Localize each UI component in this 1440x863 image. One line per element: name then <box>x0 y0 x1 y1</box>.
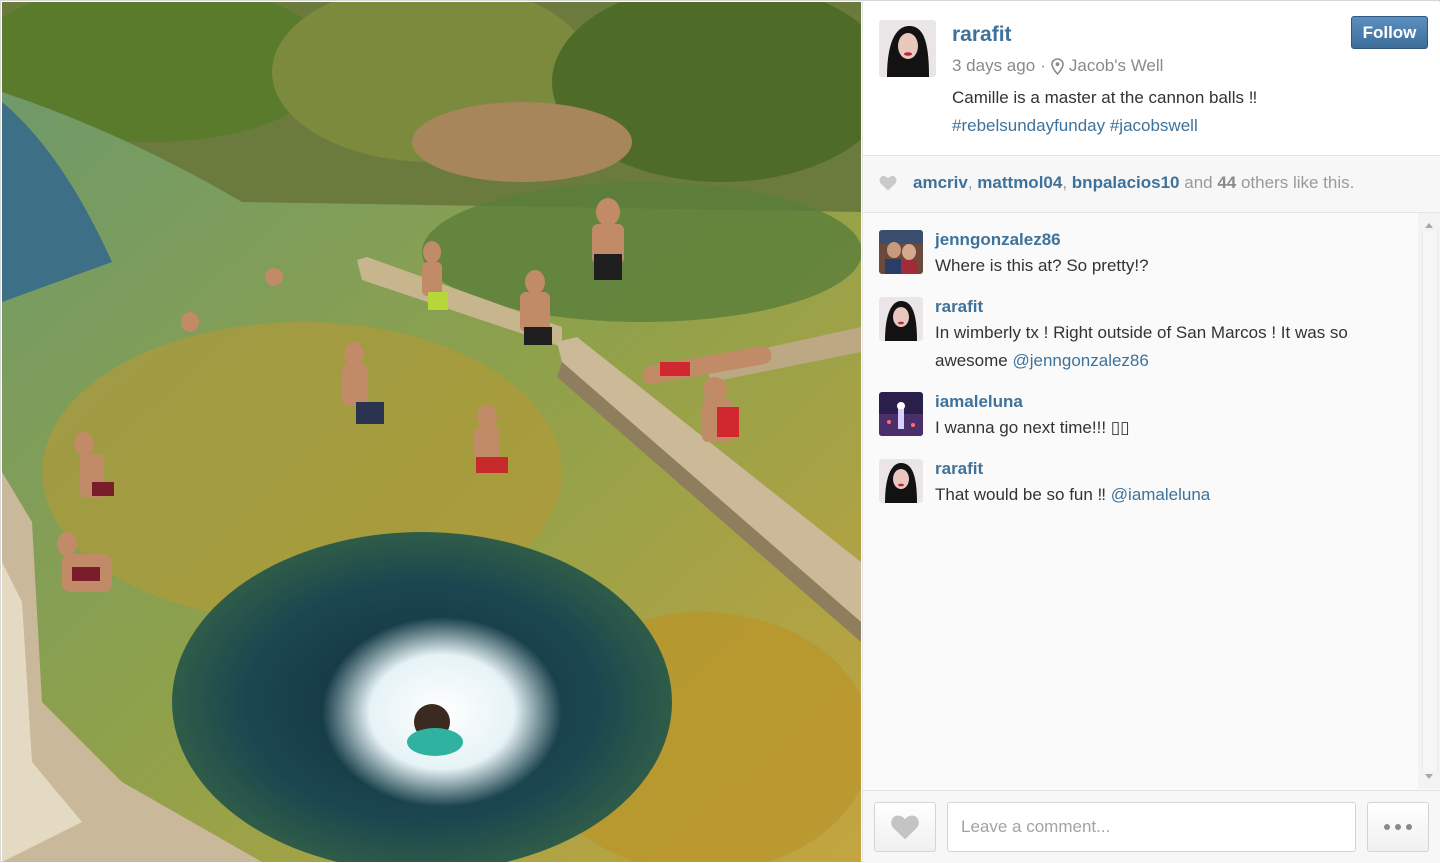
likes-comma: , <box>967 173 973 192</box>
post-meta: 3 days ago · Jacob's Well <box>952 56 1163 76</box>
comment-username[interactable]: iamaleluna <box>935 392 1023 412</box>
comment-username[interactable]: rarafit <box>935 459 983 479</box>
scroll-up-arrow-icon[interactable] <box>1425 223 1433 228</box>
instagram-post-modal: rarafit 3 days ago · Jacob's Well Camill… <box>0 0 1440 863</box>
avatar[interactable] <box>879 297 923 341</box>
avatar[interactable] <box>879 230 923 274</box>
avatar[interactable] <box>879 20 936 77</box>
comment-body: Where is this at? So pretty!? <box>935 256 1149 275</box>
comment-username[interactable]: rarafit <box>935 297 983 317</box>
avatar[interactable] <box>879 459 923 503</box>
comment-text: That would be so fun ‼ @iamaleluna <box>935 481 1415 509</box>
scroll-down-arrow-icon[interactable] <box>1425 774 1433 779</box>
liker-link[interactable]: amcriv <box>913 173 968 192</box>
caption-hashtags[interactable]: #rebelsundayfunday #jacobswell <box>952 112 1422 140</box>
caption-text: Camille is a master at the cannon balls … <box>952 88 1258 107</box>
likes-count[interactable]: 44 <box>1217 173 1236 192</box>
more-options-button[interactable] <box>1367 802 1429 852</box>
scroll-track[interactable] <box>1422 231 1438 771</box>
comment-body: That would be so fun ‼ <box>935 485 1111 504</box>
follow-button[interactable]: Follow <box>1351 16 1428 49</box>
jacobs-well-photo <box>2 2 861 862</box>
comment-username[interactable]: jenngonzalez86 <box>935 230 1061 250</box>
liker-link[interactable]: mattmol04 <box>977 173 1062 192</box>
post-caption: Camille is a master at the cannon balls … <box>952 84 1422 140</box>
heart-icon <box>891 815 919 840</box>
comment-input[interactable] <box>947 802 1356 852</box>
more-dots-icon <box>1395 824 1401 830</box>
likes-and: and <box>1179 173 1218 192</box>
comments-scrollbar[interactable] <box>1418 213 1440 789</box>
likes-suffix: others like this. <box>1236 173 1355 192</box>
comment-text: In wimberly tx ! Right outside of San Ma… <box>935 319 1415 375</box>
like-button[interactable] <box>874 802 936 852</box>
likes-comma: , <box>1062 173 1068 192</box>
more-dots-icon <box>1406 824 1412 830</box>
post-sidebar: rarafit 3 days ago · Jacob's Well Camill… <box>862 2 1440 863</box>
liker-link[interactable]: bnpalacios10 <box>1072 173 1180 192</box>
meta-separator: · <box>1040 56 1046 75</box>
more-dots-icon <box>1384 824 1390 830</box>
post-time[interactable]: 3 days ago <box>952 56 1035 76</box>
comment-text: Where is this at? So pretty!? <box>935 252 1415 280</box>
avatar[interactable] <box>879 392 923 436</box>
comment-body: I wanna go next time!!! ▯▯ <box>935 418 1130 437</box>
comments-list: jenngonzalez86 Where is this at? So pret… <box>863 213 1440 789</box>
comment-mention[interactable]: @jenngonzalez86 <box>1012 351 1148 370</box>
comment-mention[interactable]: @iamaleluna <box>1111 485 1210 504</box>
comment-footer <box>863 790 1440 863</box>
pin-icon <box>1051 57 1064 75</box>
likes-text: amcriv, mattmol04, bnpalacios10 and 44 o… <box>913 173 1354 193</box>
post-location[interactable]: Jacob's Well <box>1069 56 1164 76</box>
comment-text: I wanna go next time!!! ▯▯ <box>935 414 1415 442</box>
likes-row: amcriv, mattmol04, bnpalacios10 and 44 o… <box>863 156 1440 213</box>
post-photo[interactable] <box>2 2 861 862</box>
post-username[interactable]: rarafit <box>952 23 1012 47</box>
heart-icon <box>879 175 897 191</box>
post-header: rarafit 3 days ago · Jacob's Well Camill… <box>863 2 1440 156</box>
